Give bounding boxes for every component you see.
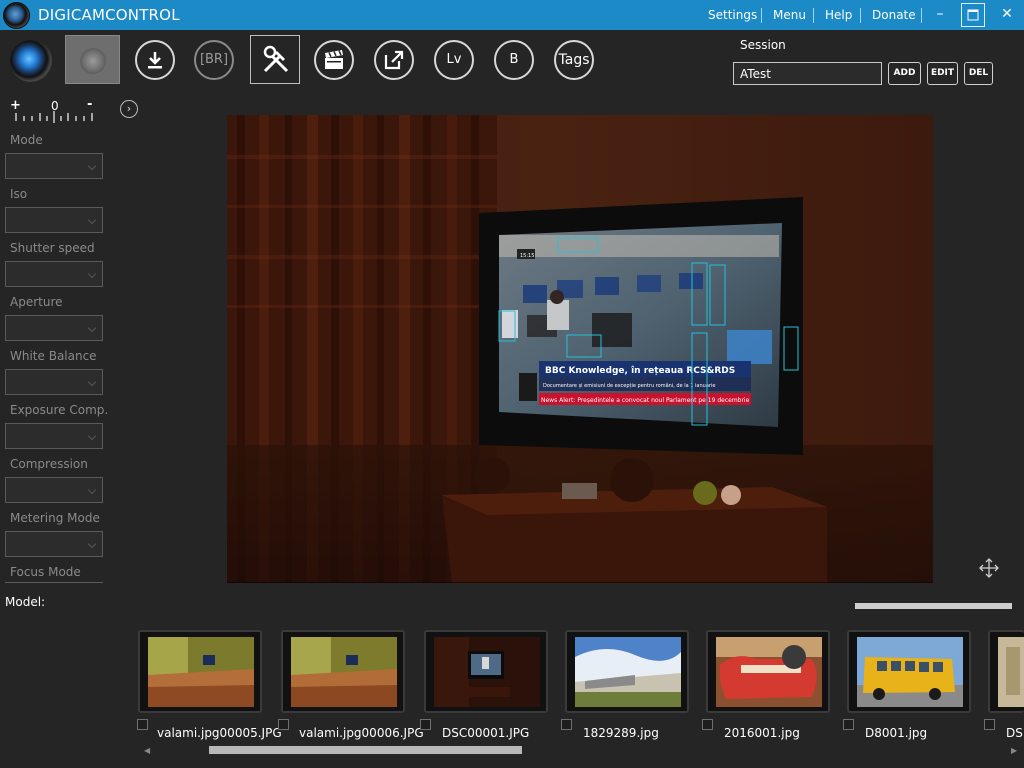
- capture-no-autofocus-button[interactable]: [65, 35, 120, 84]
- shutter-speed-select[interactable]: [5, 261, 103, 287]
- external-link-icon: [384, 50, 404, 70]
- compression-select[interactable]: [5, 477, 103, 503]
- menu-separator: [921, 8, 922, 23]
- session-edit-button[interactable]: EDIT: [927, 62, 958, 85]
- shutter-speed-label: Shutter speed: [10, 241, 95, 255]
- thumbnail-item[interactable]: [847, 630, 971, 713]
- tv-overlay-news: News Alert: Președintele a convocat noul…: [541, 397, 750, 404]
- thumbnail-filename: DS: [1006, 726, 1023, 740]
- thumbnail-checkbox[interactable]: [137, 719, 148, 730]
- tags-button[interactable]: Tags: [554, 40, 594, 80]
- ev-minus-label: -: [87, 97, 93, 112]
- download-icon: [148, 52, 162, 69]
- thumbnail-filename: D8001.jpg: [865, 726, 928, 740]
- lens-icon: [80, 48, 106, 74]
- metering-mode-label: Metering Mode: [10, 511, 100, 525]
- thumbnail-checkbox[interactable]: [984, 719, 995, 730]
- thumbnail-checkbox[interactable]: [420, 719, 431, 730]
- maximize-button[interactable]: [961, 3, 985, 27]
- menu-help[interactable]: Help: [825, 8, 852, 22]
- aperture-label: Aperture: [10, 295, 63, 309]
- thumbnail-image: [716, 637, 822, 707]
- exposure-comp-label: Exposure Comp.: [10, 403, 109, 417]
- thumbnail-item[interactable]: [424, 630, 548, 713]
- scroll-right-icon[interactable]: ▶: [1011, 746, 1017, 755]
- minimize-button[interactable]: –: [929, 3, 951, 25]
- white-balance-label: White Balance: [10, 349, 97, 363]
- bulb-button[interactable]: B: [494, 40, 534, 80]
- metering-mode-select[interactable]: [5, 531, 103, 557]
- thumbnail-image: [291, 637, 397, 707]
- menu-separator: [860, 8, 861, 23]
- capture-button[interactable]: [10, 40, 52, 82]
- preview-photo: BBC Knowledge, în rețeaua RCS&RDS Docume…: [227, 115, 933, 583]
- ev-scale-ticks: [15, 111, 93, 123]
- settings-tools-button[interactable]: [250, 35, 300, 84]
- bracketing-button[interactable]: [BR]: [194, 40, 234, 80]
- tv-clock: 15:15: [520, 253, 534, 259]
- live-view-button[interactable]: Lv: [434, 40, 474, 80]
- title-bar: DIGICAMCONTROL Settings Menu Help Donate…: [0, 0, 1024, 30]
- thumbnail-checkbox[interactable]: [702, 719, 713, 730]
- download-button[interactable]: [135, 40, 175, 80]
- thumbnail-checkbox[interactable]: [843, 719, 854, 730]
- session-label: Session: [740, 38, 786, 52]
- menu-donate[interactable]: Donate: [872, 8, 916, 22]
- thumbnail-filename: 2016001.jpg: [724, 726, 800, 740]
- thumbnail-filename: valami.jpg00006.JPG: [299, 726, 424, 740]
- clapperboard-icon: [325, 50, 343, 69]
- mode-label: Mode: [10, 133, 43, 147]
- maximize-icon: [967, 9, 979, 21]
- mode-select[interactable]: [5, 153, 103, 179]
- menu-separator: [761, 8, 762, 23]
- thumbnail-image: [575, 637, 681, 707]
- main-image-preview[interactable]: BBC Knowledge, în rețeaua RCS&RDS Docume…: [227, 115, 933, 583]
- iso-select[interactable]: [5, 207, 103, 233]
- thumbnail-item[interactable]: [138, 630, 262, 713]
- menu-settings[interactable]: Settings: [708, 8, 757, 22]
- app-title: DIGICAMCONTROL: [38, 6, 180, 24]
- movie-button[interactable]: [314, 40, 354, 80]
- aperture-select[interactable]: [5, 315, 103, 341]
- zoom-slider[interactable]: [855, 603, 1012, 609]
- thumbnail-image: [998, 637, 1024, 707]
- app-logo-icon: [3, 2, 30, 29]
- thumbnail-checkbox[interactable]: [561, 719, 572, 730]
- session-delete-button[interactable]: DEL: [964, 62, 993, 85]
- thumbnail-scrollbar[interactable]: [209, 746, 522, 754]
- thumbnail-filename: 1829289.jpg: [583, 726, 659, 740]
- menu-menu[interactable]: Menu: [773, 8, 806, 22]
- open-external-button[interactable]: [374, 40, 414, 80]
- model-label: Model:: [5, 595, 46, 609]
- thumbnail-image: [434, 637, 540, 707]
- iso-label: Iso: [10, 187, 28, 201]
- thumbnail-item[interactable]: [281, 630, 405, 713]
- thumbnail-filename: valami.jpg00005.JPG: [157, 726, 282, 740]
- thumbnail-item[interactable]: [565, 630, 689, 713]
- thumbnail-item[interactable]: [988, 630, 1024, 713]
- thumbnail-image: [857, 637, 963, 707]
- session-add-button[interactable]: ADD: [888, 62, 921, 85]
- white-balance-select[interactable]: [5, 369, 103, 395]
- focus-mode-label: Focus Mode: [10, 565, 81, 579]
- thumbnail-item[interactable]: [706, 630, 830, 713]
- move-icon[interactable]: [979, 558, 999, 578]
- tv-overlay-subtitle: Documentare și emisiuni de excepție pent…: [543, 382, 715, 389]
- thumbnail-checkbox[interactable]: [278, 719, 289, 730]
- expand-panel-button[interactable]: ›: [120, 100, 138, 118]
- tools-icon: [263, 45, 289, 73]
- compression-label: Compression: [10, 457, 88, 471]
- scroll-left-icon[interactable]: ◀: [144, 746, 150, 755]
- session-select[interactable]: ATest: [733, 62, 882, 85]
- exposure-level-indicator: + 0 -: [10, 97, 98, 126]
- thumbnail-filename: DSC00001.JPG: [442, 726, 530, 740]
- thumbnail-image: [148, 637, 254, 707]
- exposure-comp-select[interactable]: [5, 423, 103, 449]
- close-button[interactable]: ✕: [996, 3, 1018, 25]
- focus-mode-select[interactable]: [5, 582, 103, 583]
- menu-separator: [813, 8, 814, 23]
